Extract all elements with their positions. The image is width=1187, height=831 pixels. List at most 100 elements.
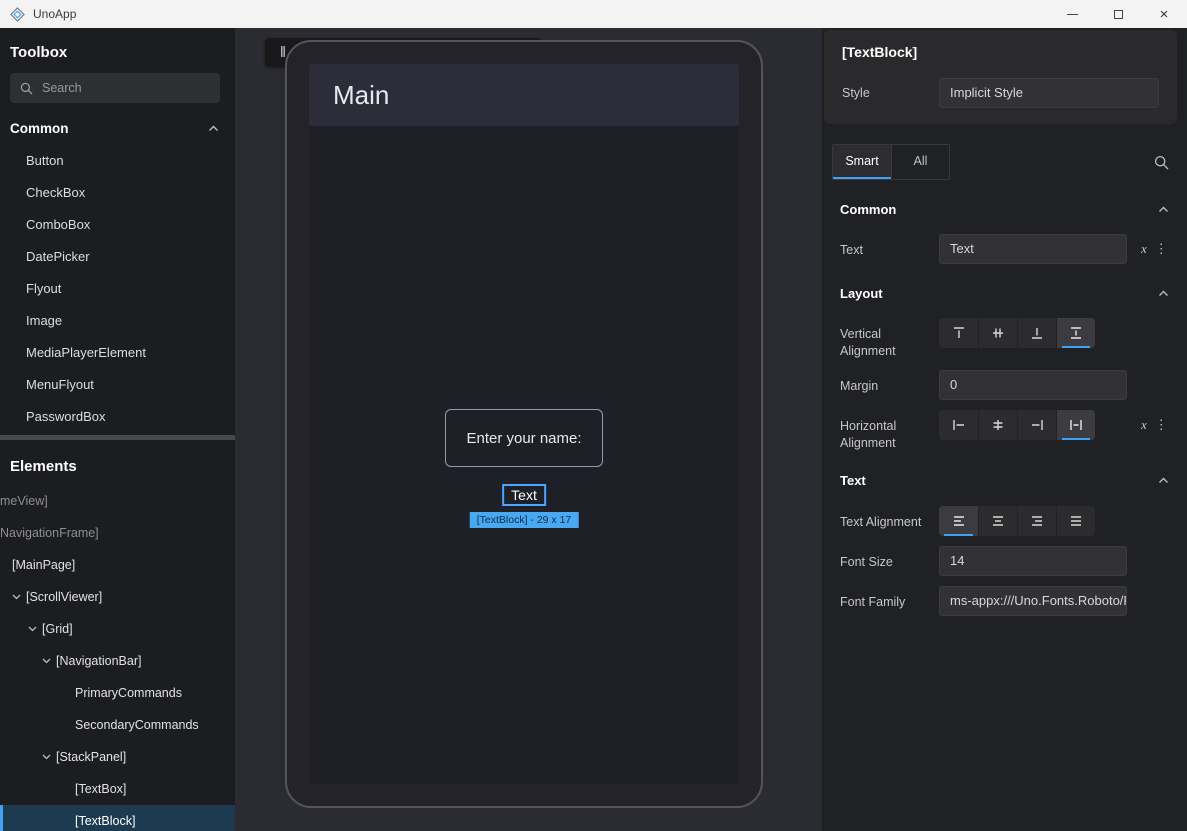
properties-search-icon[interactable] — [1154, 155, 1169, 170]
horizontal-alignment-group — [939, 410, 1095, 440]
property-row-margin: Margin 0 — [832, 370, 1177, 400]
selected-textblock[interactable]: Text — [502, 484, 546, 506]
tree-item-textbox[interactable]: [TextBox] — [0, 773, 235, 805]
minimize-button[interactable] — [1049, 0, 1095, 28]
chevron-up-icon[interactable] — [1158, 290, 1169, 297]
toolbox-item-mediaplayerelement[interactable]: MediaPlayerElement — [0, 336, 235, 368]
selected-element-card: [TextBlock] Style Implicit Style — [824, 30, 1177, 124]
toolbox-item-menuflyout[interactable]: MenuFlyout — [0, 368, 235, 400]
text-input[interactable]: Text — [939, 234, 1127, 264]
toolbox-item-button[interactable]: Button — [0, 144, 235, 176]
property-row-font-family: Font Family ms-appx:///Uno.Fonts.Roboto/… — [832, 586, 1177, 616]
selection-size-badge: [TextBlock] - 29 x 17 — [470, 512, 579, 528]
elements-tree: meView] NavigationFrame] [MainPage] [Scr… — [0, 485, 235, 831]
app-screen: Main Enter your name: Text [TextBlock] -… — [309, 64, 739, 784]
font-family-input[interactable]: ms-appx:///Uno.Fonts.Roboto/Font — [939, 586, 1127, 616]
property-row-text-alignment: Text Alignment — [832, 506, 1177, 536]
vertical-alignment-group — [939, 318, 1095, 348]
style-input[interactable]: Implicit Style — [939, 78, 1159, 108]
tree-item-navigationframe[interactable]: NavigationFrame] — [0, 517, 235, 549]
tree-item-primarycommands[interactable]: PrimaryCommands — [0, 677, 235, 709]
design-canvas[interactable]: ‖ ▷ ↺ ↻ — [235, 28, 822, 831]
font-family-label: Font Family — [840, 586, 939, 611]
tree-item-secondarycommands[interactable]: SecondaryCommands — [0, 709, 235, 741]
chevron-down-icon[interactable] — [38, 754, 54, 760]
valign-top-button[interactable] — [939, 318, 978, 348]
section-text[interactable]: Text — [832, 466, 1177, 496]
more-icon[interactable]: ⋮ — [1155, 241, 1168, 257]
margin-input[interactable]: 0 — [939, 370, 1127, 400]
chevron-down-icon[interactable] — [8, 594, 24, 600]
chevron-down-icon[interactable] — [38, 658, 54, 664]
valign-bottom-button[interactable] — [1017, 318, 1056, 348]
chevron-down-icon[interactable] — [24, 626, 40, 632]
halign-center-button[interactable] — [978, 410, 1017, 440]
selected-element-name: [TextBlock] — [842, 44, 1159, 60]
elements-title: Elements — [0, 440, 235, 485]
properties-list: Common Text Text x ⋮ Layout — [822, 194, 1187, 616]
margin-label: Margin — [840, 370, 939, 395]
property-row-text: Text Text x ⋮ — [832, 234, 1177, 264]
valign-center-button[interactable] — [978, 318, 1017, 348]
text-alignment-group — [939, 506, 1095, 536]
horizontal-alignment-label: Horizontal Alignment — [840, 410, 939, 452]
tree-item-mainpage[interactable]: [MainPage] — [0, 549, 235, 581]
device-frame: Main Enter your name: Text [TextBlock] -… — [285, 40, 763, 808]
page-title: Main — [333, 80, 389, 111]
toolbox-item-passwordbox[interactable]: PasswordBox — [0, 400, 235, 432]
section-common[interactable]: Common — [832, 194, 1177, 224]
text-align-center-button[interactable] — [978, 506, 1017, 536]
tab-all[interactable]: All — [891, 145, 949, 179]
tab-smart[interactable]: Smart — [833, 145, 891, 179]
halign-right-button[interactable] — [1017, 410, 1056, 440]
search-icon — [20, 82, 33, 95]
more-icon[interactable]: ⋮ — [1155, 417, 1168, 433]
property-row-font-size: Font Size 14 — [832, 546, 1177, 576]
app-navigation-bar[interactable]: Main — [309, 64, 739, 126]
search-input[interactable] — [42, 81, 210, 95]
tree-item-navigationbar[interactable]: [NavigationBar] — [0, 645, 235, 677]
toolbox-item-combobox[interactable]: ComboBox — [0, 208, 235, 240]
tree-item-scrollviewer[interactable]: [ScrollViewer] — [0, 581, 235, 613]
property-row-vertical-alignment: Vertical Alignment — [832, 318, 1177, 360]
close-button[interactable]: × — [1141, 0, 1187, 28]
style-label: Style — [842, 86, 939, 100]
section-layout[interactable]: Layout — [832, 278, 1177, 308]
app-window: UnoApp × Toolbox Common — [0, 0, 1187, 831]
uno-logo-icon — [10, 7, 25, 22]
properties-panel: [TextBlock] Style Implicit Style Smart A… — [822, 28, 1187, 831]
halign-left-button[interactable] — [939, 410, 978, 440]
text-alignment-label: Text Alignment — [840, 506, 939, 531]
window-title: UnoApp — [33, 7, 76, 21]
property-row-horizontal-alignment: Horizontal Alignment — [832, 410, 1177, 452]
valign-stretch-button[interactable] — [1056, 318, 1095, 348]
toolbox-section-common[interactable]: Common — [0, 107, 235, 144]
font-size-input[interactable]: 14 — [939, 546, 1127, 576]
screen-body[interactable]: Enter your name: Text [TextBlock] - 29 x… — [309, 126, 739, 784]
binding-icon[interactable]: x — [1141, 241, 1147, 257]
chevron-up-icon[interactable] — [208, 125, 219, 132]
property-tabs-row: Smart All — [832, 144, 1169, 180]
toolbox-item-image[interactable]: Image — [0, 304, 235, 336]
tree-item-grid[interactable]: [Grid] — [0, 613, 235, 645]
toolbox-item-checkbox[interactable]: CheckBox — [0, 176, 235, 208]
font-size-label: Font Size — [840, 546, 939, 571]
chevron-up-icon[interactable] — [1158, 477, 1169, 484]
maximize-button[interactable] — [1095, 0, 1141, 28]
text-align-left-button[interactable] — [939, 506, 978, 536]
titlebar: UnoApp × — [0, 0, 1187, 28]
vertical-alignment-label: Vertical Alignment — [840, 318, 939, 360]
tree-item-homeview[interactable]: meView] — [0, 485, 235, 517]
text-align-justify-button[interactable] — [1056, 506, 1095, 536]
canvas-textbox[interactable]: Enter your name: — [445, 409, 603, 467]
toolbox-search[interactable] — [10, 73, 220, 103]
tree-item-stackpanel[interactable]: [StackPanel] — [0, 741, 235, 773]
tree-item-textblock[interactable]: [TextBlock] — [0, 805, 235, 831]
toolbox-item-flyout[interactable]: Flyout — [0, 272, 235, 304]
halign-stretch-button[interactable] — [1056, 410, 1095, 440]
chevron-up-icon[interactable] — [1158, 206, 1169, 213]
text-align-right-button[interactable] — [1017, 506, 1056, 536]
binding-icon[interactable]: x — [1141, 417, 1147, 433]
section-label: Common — [10, 121, 69, 136]
toolbox-item-datepicker[interactable]: DatePicker — [0, 240, 235, 272]
